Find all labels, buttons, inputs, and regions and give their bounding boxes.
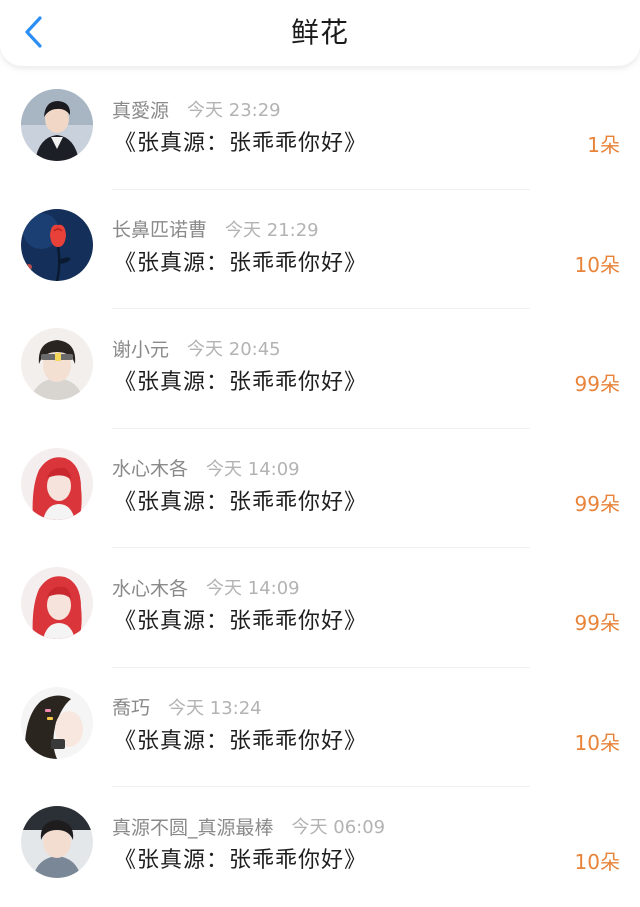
timestamp: 今天 21:29: [225, 219, 319, 241]
flower-count: 10朵: [574, 252, 620, 277]
list-item[interactable]: 真源不圆_真源最棒 今天 06:09 《张真源：张乖乖你好》 10朵: [0, 787, 640, 907]
avatar[interactable]: [21, 328, 93, 400]
item-meta: 水心木各 今天 14:09: [112, 454, 300, 482]
timestamp: 今天 13:24: [168, 697, 262, 719]
gift-message: 《张真源：张乖乖你好》: [114, 250, 368, 276]
flower-count: 1朵: [587, 133, 620, 157]
username[interactable]: 喬巧: [112, 693, 150, 720]
timestamp: 今天 23:29: [187, 100, 281, 121]
item-meta: 水心木各 今天 14:09: [112, 573, 300, 601]
gift-message: 《张真源：张乖乖你好》: [114, 728, 368, 754]
avatar[interactable]: [21, 567, 93, 639]
gift-message: 《张真源：张乖乖你好》: [114, 848, 368, 873]
username[interactable]: 水心木各: [112, 574, 188, 601]
flower-count: 99朵: [574, 611, 620, 635]
avatar[interactable]: [21, 89, 93, 161]
timestamp: 今天 06:09: [291, 817, 386, 838]
list-item[interactable]: 喬巧 今天 13:24 《张真源：张乖乖你好》 10朵: [0, 668, 640, 787]
item-meta: 喬巧 今天 13:24: [112, 693, 262, 721]
timestamp: 今天 14:09: [206, 578, 300, 599]
gift-message: 《张真源：张乖乖你好》: [114, 131, 368, 156]
flower-gift-list: 真愛源 今天 23:29 《张真源：张乖乖你好》 1朵 长鼻匹诺曹 今天 21:…: [0, 70, 640, 907]
username[interactable]: 谢小元: [112, 335, 169, 362]
username[interactable]: 长鼻匹诺曹: [112, 215, 207, 242]
item-meta: 真愛源 今天 23:29: [112, 95, 281, 123]
gift-message: 《张真源：张乖乖你好》: [114, 370, 368, 395]
list-item[interactable]: 真愛源 今天 23:29 《张真源：张乖乖你好》 1朵: [0, 70, 640, 190]
item-meta: 真源不圆_真源最棒 今天 06:09: [112, 812, 385, 840]
avatar[interactable]: [21, 208, 93, 281]
top-bar: 鲜花: [0, 0, 640, 66]
item-meta: 谢小元 今天 20:45: [112, 334, 281, 362]
gift-message: 《张真源：张乖乖你好》: [114, 609, 368, 634]
username[interactable]: 水心木各: [112, 454, 188, 481]
timestamp: 今天 14:09: [206, 458, 300, 480]
item-meta: 长鼻匹诺曹 今天 21:29: [112, 215, 319, 243]
flower-count: 10朵: [574, 850, 620, 874]
flower-count: 99朵: [574, 491, 620, 516]
page-title: 鲜花: [290, 16, 349, 49]
timestamp: 今天 20:45: [187, 339, 281, 360]
flower-count: 10朵: [574, 730, 620, 755]
avatar[interactable]: [21, 686, 93, 759]
list-item[interactable]: 长鼻匹诺曹 今天 21:29 《张真源：张乖乖你好》 10朵: [0, 190, 640, 309]
list-item[interactable]: 谢小元 今天 20:45 《张真源：张乖乖你好》 99朵: [0, 309, 640, 429]
avatar[interactable]: [21, 806, 93, 878]
username[interactable]: 真愛源: [112, 96, 169, 123]
username[interactable]: 真源不圆_真源最棒: [112, 813, 274, 840]
list-item[interactable]: 水心木各 今天 14:09 《张真源：张乖乖你好》 99朵: [0, 429, 640, 548]
gift-message: 《张真源：张乖乖你好》: [114, 489, 368, 515]
avatar[interactable]: [21, 447, 93, 520]
flower-count: 99朵: [574, 372, 620, 396]
list-item[interactable]: 水心木各 今天 14:09 《张真源：张乖乖你好》 99朵: [0, 548, 640, 668]
